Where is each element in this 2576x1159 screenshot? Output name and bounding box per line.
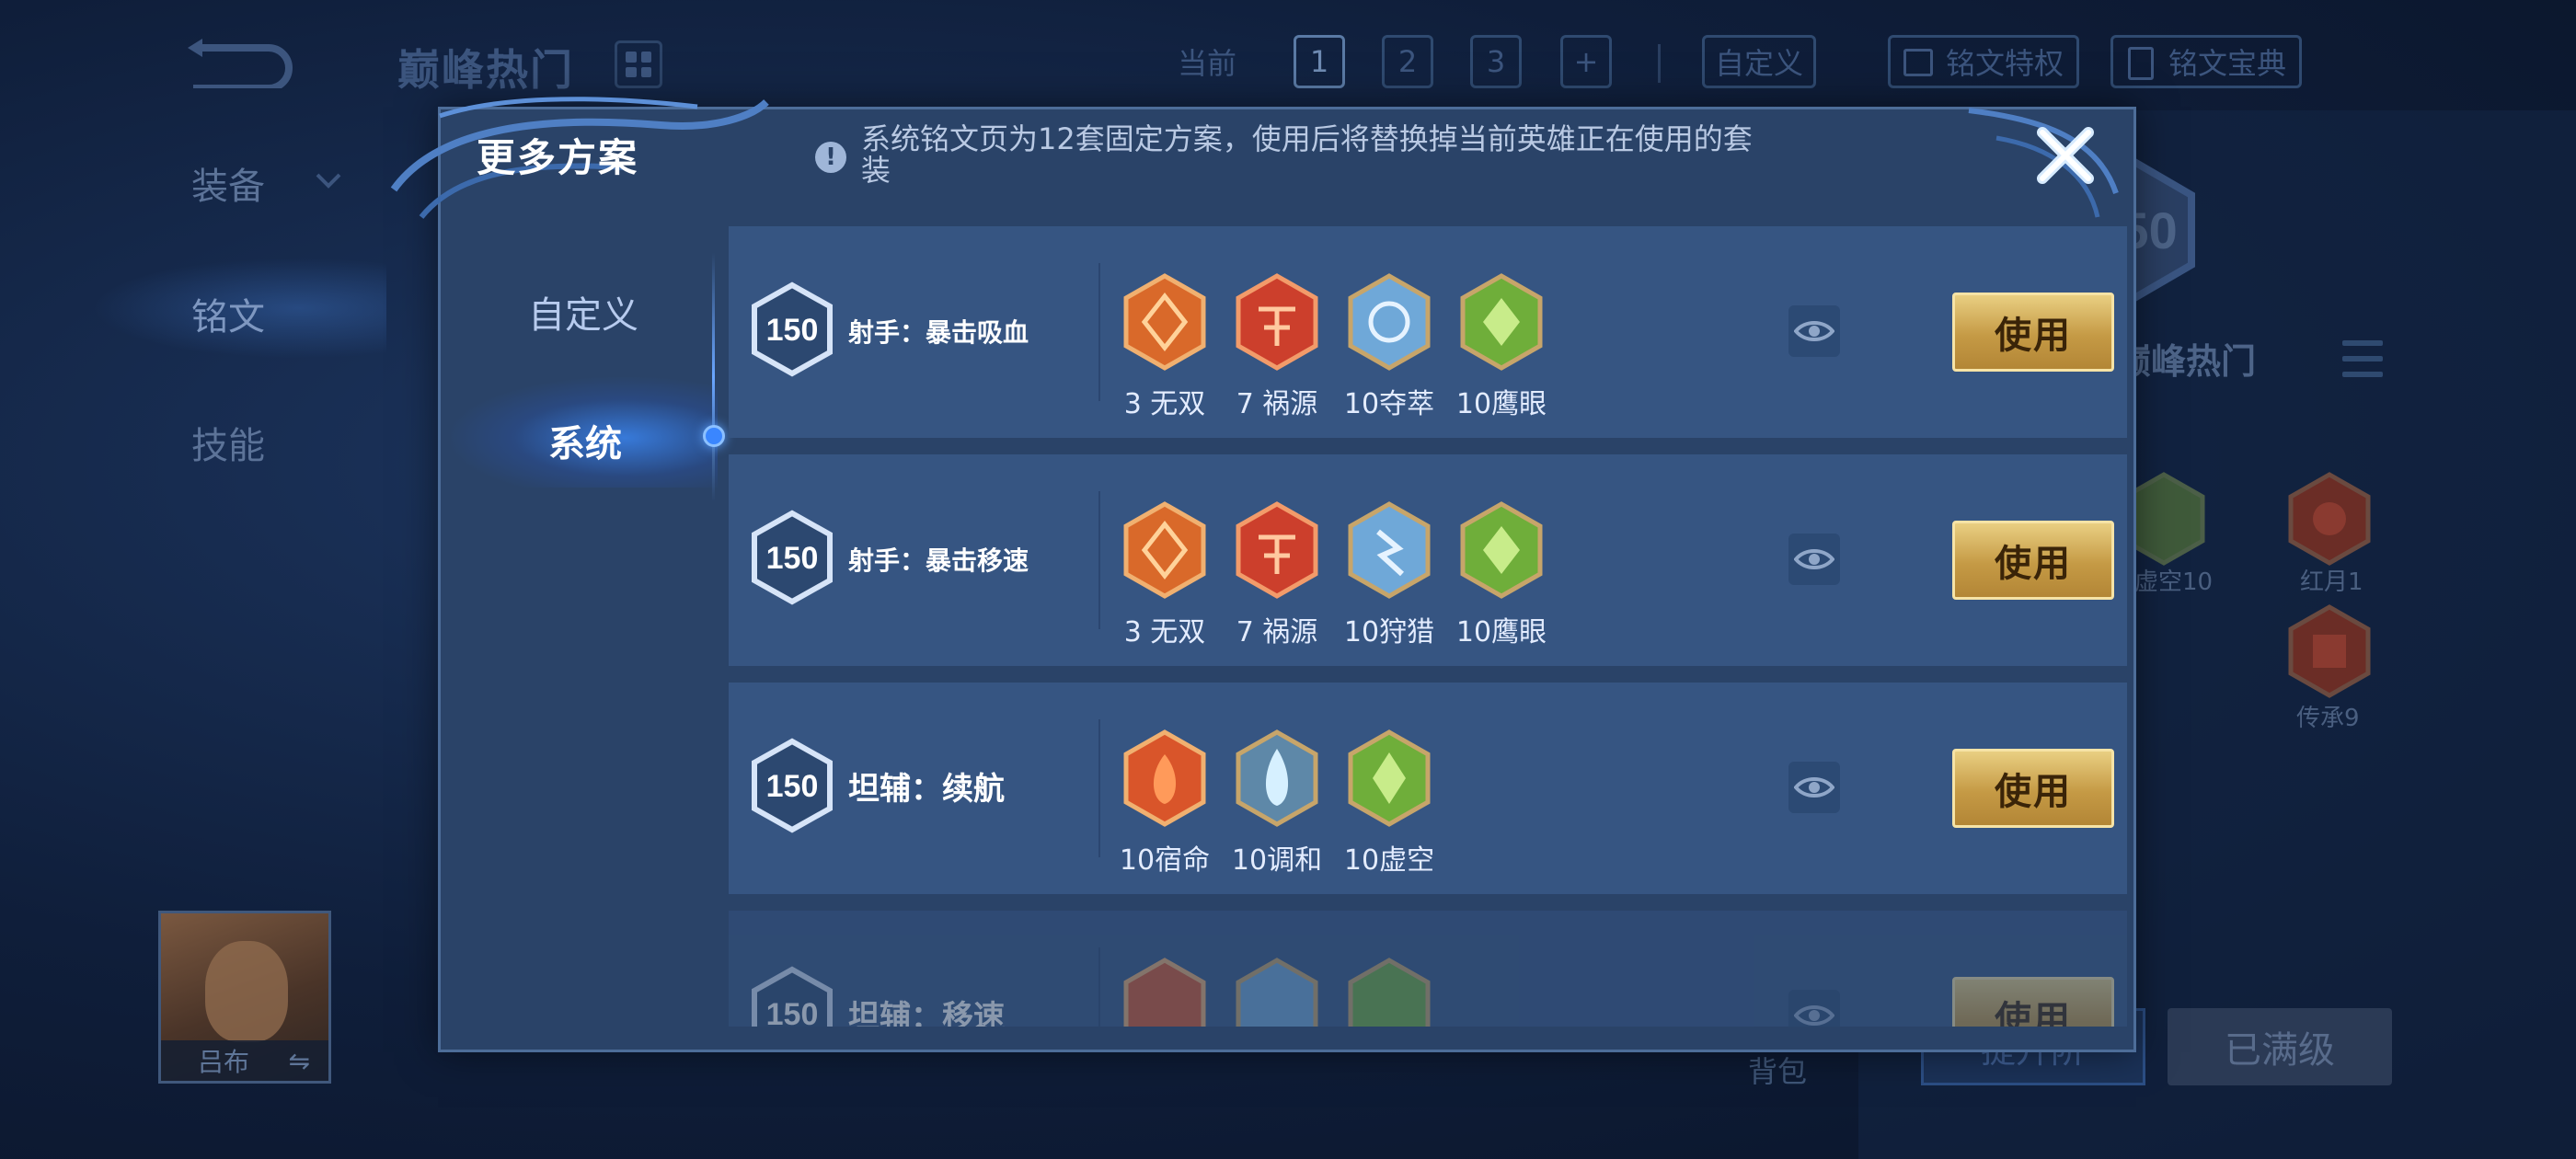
info-icon: ! (815, 142, 846, 173)
plan-name: 坦辅：移速 (848, 999, 1005, 1027)
divider (1098, 491, 1100, 629)
level-hex-icon: 150 (752, 738, 833, 833)
add-page-button[interactable]: + (1560, 35, 1612, 88)
rune-caption: 10狩猎 (1343, 616, 1435, 648)
rune-green-icon[interactable] (1457, 272, 1546, 372)
codex-label: 铭文宝典 (2168, 46, 2286, 81)
use-button[interactable]: 使用 (1952, 293, 2114, 372)
rune-caption: 10鹰眼 (1455, 388, 1547, 420)
rune-orange-icon[interactable] (1121, 957, 1209, 1027)
hero-portrait (205, 941, 288, 1042)
plan-row: 150 坦辅：续航 10宿命 10调和 10虚空 使用 (729, 683, 2127, 894)
chevron-down-icon (316, 173, 341, 189)
tab-indicator-dot (703, 425, 725, 447)
rune-orange-icon[interactable] (1121, 272, 1209, 372)
rune-red-icon[interactable] (1233, 500, 1321, 600)
dialog-notice: 系统铭文页为12套固定方案，使用后将替换掉当前英雄正在使用的套装 (861, 121, 1753, 188)
codex-button[interactable]: 铭文宝典 (2110, 35, 2302, 88)
level-hex-icon: 150 (752, 966, 833, 1027)
rune-caption: 10夺萃 (1343, 388, 1435, 420)
rune-green-icon[interactable] (1345, 729, 1433, 828)
rune-orange-icon[interactable] (1121, 500, 1209, 600)
divider (1098, 719, 1100, 857)
back-arrow-icon[interactable] (184, 35, 294, 88)
preview-eye-icon[interactable] (1788, 762, 1840, 813)
close-icon[interactable] (2033, 123, 2098, 188)
nav-skills[interactable]: 技能 (191, 416, 265, 469)
rune-green-icon[interactable] (1345, 957, 1433, 1027)
plan-row: 150 射手：暴击吸血 3 无双 7 祸源 10夺萃 10鹰眼 使用 (729, 226, 2127, 438)
bag-label[interactable]: 背包 (1748, 1049, 1807, 1091)
rune-red-icon[interactable] (1233, 272, 1321, 372)
privilege-button[interactable]: 铭文特权 (1888, 35, 2079, 88)
rune-green-icon[interactable] (1457, 500, 1546, 600)
preview-eye-icon[interactable] (1788, 990, 1840, 1027)
plan-row: 150 射手：暴击移速 3 无双 7 祸源 10狩猎 10鹰眼 使用 (729, 454, 2127, 666)
privilege-label: 铭文特权 (1945, 46, 2064, 81)
preview-eye-icon[interactable] (1788, 534, 1840, 585)
nav-inscription[interactable]: 铭文 (191, 287, 265, 340)
rune-caption: 7 祸源 (1236, 388, 1318, 420)
dialog-title: 更多方案 (477, 135, 639, 180)
plan-name: 坦辅：续航 (848, 771, 1005, 808)
plan-level-text: 150 (766, 769, 819, 804)
rune-caption: 7 祸源 (1236, 616, 1318, 648)
tab-custom[interactable]: 自定义 (491, 285, 675, 339)
rune-caption: 3 无双 (1123, 388, 1206, 420)
rune-blue-icon[interactable] (1345, 500, 1433, 600)
rune-caption: 10鹰眼 (1455, 616, 1547, 648)
maxed-button: 已满级 (2168, 1008, 2392, 1085)
plan-level-text: 150 (766, 541, 819, 576)
rune-caption: 10宿命 (1119, 844, 1211, 877)
list-icon[interactable] (2342, 340, 2383, 377)
divider (1098, 263, 1100, 401)
custom-button[interactable]: 自定义 (1702, 35, 1816, 88)
rune-caption: 3 无双 (1123, 616, 1206, 648)
rune-blue-icon[interactable] (1233, 729, 1321, 828)
level-hex-icon: 150 (752, 281, 833, 377)
level-hex-icon: 150 (752, 510, 833, 605)
rune-red-icon[interactable] (2285, 471, 2374, 567)
plan-level-text: 150 (766, 997, 819, 1027)
hero-name: 吕布 (198, 1047, 250, 1077)
use-button[interactable]: 使用 (1952, 521, 2114, 600)
rune-caption: 虚空10 (2134, 568, 2214, 596)
divider (1658, 44, 1661, 83)
swap-icon[interactable]: ⇋ (289, 1046, 310, 1076)
rune-caption: 10调和 (1231, 844, 1323, 877)
current-label: 当前 (1177, 46, 1236, 81)
preview-eye-icon[interactable] (1788, 305, 1840, 357)
rune-orange-icon[interactable] (1121, 729, 1209, 828)
plan-name: 射手：暴击吸血 (848, 317, 1029, 348)
use-button[interactable]: 使用 (1952, 749, 2114, 828)
page-2-button[interactable]: 2 (1382, 35, 1433, 88)
codex-icon (2128, 47, 2154, 80)
right-panel-title: 巅峰热门 (2116, 341, 2257, 382)
rune-caption: 10虚空 (1343, 844, 1435, 877)
plan-row: 150 坦辅：移速 使用 (729, 911, 2127, 1027)
rune-blue-icon[interactable] (1233, 957, 1321, 1027)
page-1-button[interactable]: 1 (1294, 35, 1345, 88)
tab-indicator-line (712, 253, 715, 501)
rune-caption: 红月1 (2300, 568, 2363, 596)
book-icon (1903, 49, 1933, 76)
rune-red-icon[interactable] (2285, 603, 2374, 699)
rune-blue-icon[interactable] (1345, 272, 1433, 372)
hero-avatar[interactable]: 吕布 ⇋ (158, 911, 331, 1084)
plan-name: 射手：暴击移速 (848, 545, 1029, 576)
divider (1098, 947, 1100, 1027)
tab-system[interactable]: 系统 (493, 414, 677, 467)
page-3-button[interactable]: 3 (1470, 35, 1522, 88)
grid-icon[interactable] (615, 40, 662, 88)
plan-list[interactable]: 150 射手：暴击吸血 3 无双 7 祸源 10夺萃 10鹰眼 使用 150 射… (729, 226, 2127, 1027)
rune-caption: 传承9 (2296, 705, 2360, 732)
use-button[interactable]: 使用 (1952, 977, 2114, 1027)
plan-level-text: 150 (766, 313, 819, 348)
hero-name-bar: 吕布 ⇋ (161, 1040, 328, 1081)
nav-equipment[interactable]: 装备 (191, 156, 265, 210)
